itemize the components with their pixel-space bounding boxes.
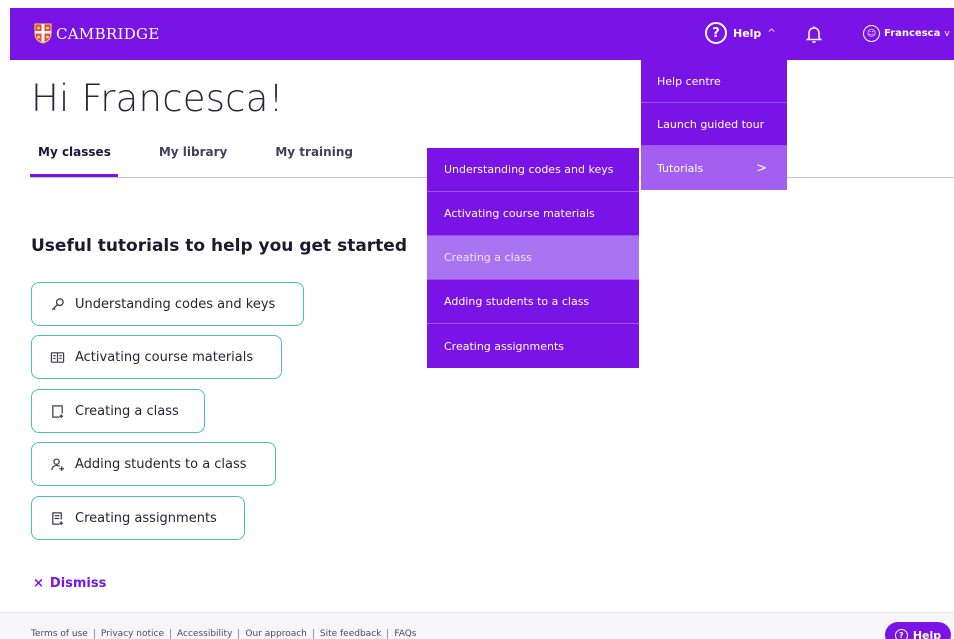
footer-link-feedback[interactable]: Site feedback [312, 629, 387, 639]
menu-item-label: Tutorials [657, 161, 704, 175]
floating-help-button[interactable]: ? Help [885, 622, 951, 639]
submenu-item-adding-students[interactable]: Adding students to a class [427, 280, 639, 324]
help-menu-toggle[interactable]: ? Help ^ [705, 22, 776, 44]
submenu-item-label: Activating course materials [444, 207, 595, 220]
footer-links: Terms of use Privacy notice Accessibilit… [31, 629, 422, 639]
help-question-icon: ? [894, 628, 908, 639]
chevron-down-icon: v [944, 28, 950, 39]
close-icon: × [33, 576, 44, 591]
user-name: Francesca [884, 28, 941, 39]
add-user-icon [51, 457, 65, 471]
menu-item-tutorials[interactable]: Tutorials > [641, 146, 787, 190]
menu-item-label: Launch guided tour [657, 117, 765, 131]
tutorial-adding-students-button[interactable]: Adding students to a class [31, 442, 276, 486]
submenu-item-label: Creating a class [444, 251, 532, 264]
tutorial-label: Creating assignments [75, 510, 217, 526]
submenu-item-label: Adding students to a class [444, 295, 590, 308]
shield-logo-icon [34, 23, 52, 44]
submenu-item-codes-keys[interactable]: Understanding codes and keys [427, 148, 639, 192]
footer-link-terms[interactable]: Terms of use [31, 629, 94, 639]
submenu-item-label: Understanding codes and keys [444, 163, 614, 176]
tab-my-classes[interactable]: My classes [30, 145, 119, 159]
help-dropdown-menu: Help centre Launch guided tour Tutorials… [641, 60, 787, 190]
footer-link-accessibility[interactable]: Accessibility [170, 629, 238, 639]
tutorial-label: Understanding codes and keys [75, 296, 276, 312]
top-bar: CAMBRIDGE ? Help ^ ☺ Francesca v [10, 8, 954, 60]
submenu-item-assignments[interactable]: Creating assignments [427, 324, 639, 368]
user-menu[interactable]: ☺ Francesca v [863, 25, 950, 42]
cambridge-logo[interactable]: CAMBRIDGE [34, 23, 160, 44]
footer-link-privacy[interactable]: Privacy notice [93, 629, 170, 639]
footer-link-faqs[interactable]: FAQs [387, 629, 422, 639]
page-title: Hi Francesca! [31, 77, 284, 120]
dismiss-label: Dismiss [49, 576, 107, 591]
menu-item-help-centre[interactable]: Help centre [641, 60, 787, 103]
tutorials-heading: Useful tutorials to help you get started [31, 236, 408, 256]
submenu-item-label: Creating assignments [444, 339, 565, 353]
chevron-up-icon: ^ [767, 27, 776, 39]
chevron-right-icon: > [756, 160, 767, 176]
user-avatar-icon: ☺ [863, 25, 880, 42]
book-icon [50, 351, 65, 363]
tutorial-label: Activating course materials [75, 349, 254, 365]
brand-name: CAMBRIDGE [56, 24, 160, 43]
footer-link-approach[interactable]: Our approach [238, 629, 312, 639]
tab-my-library[interactable]: My library [151, 145, 236, 159]
assignment-icon [52, 511, 64, 525]
submenu-item-creating-class[interactable]: Creating a class [427, 236, 639, 280]
tutorial-label: Adding students to a class [75, 456, 247, 472]
tutorial-assignments-button[interactable]: Creating assignments [31, 496, 245, 540]
tutorial-course-materials-button[interactable]: Activating course materials [31, 335, 282, 379]
dismiss-button[interactable]: × Dismiss [33, 576, 106, 591]
tab-my-training[interactable]: My training [267, 145, 361, 159]
menu-item-label: Help centre [657, 74, 721, 88]
menu-item-guided-tour[interactable]: Launch guided tour [641, 103, 787, 146]
key-icon [51, 297, 64, 310]
tutorial-label: Creating a class [75, 403, 179, 419]
submenu-item-course-materials[interactable]: Activating course materials [427, 192, 639, 236]
tutorial-codes-keys-button[interactable]: Understanding codes and keys [31, 282, 304, 326]
tutorials-submenu: Understanding codes and keys Activating … [427, 148, 639, 368]
help-question-icon: ? [705, 22, 727, 44]
notification-bell-icon[interactable] [804, 24, 824, 44]
help-label: Help [733, 26, 762, 40]
tutorial-creating-class-button[interactable]: Creating a class [31, 389, 205, 433]
add-document-icon [52, 404, 64, 418]
help-fab-label: Help [912, 628, 942, 639]
tab-bar: My classes My library My training [30, 145, 393, 159]
